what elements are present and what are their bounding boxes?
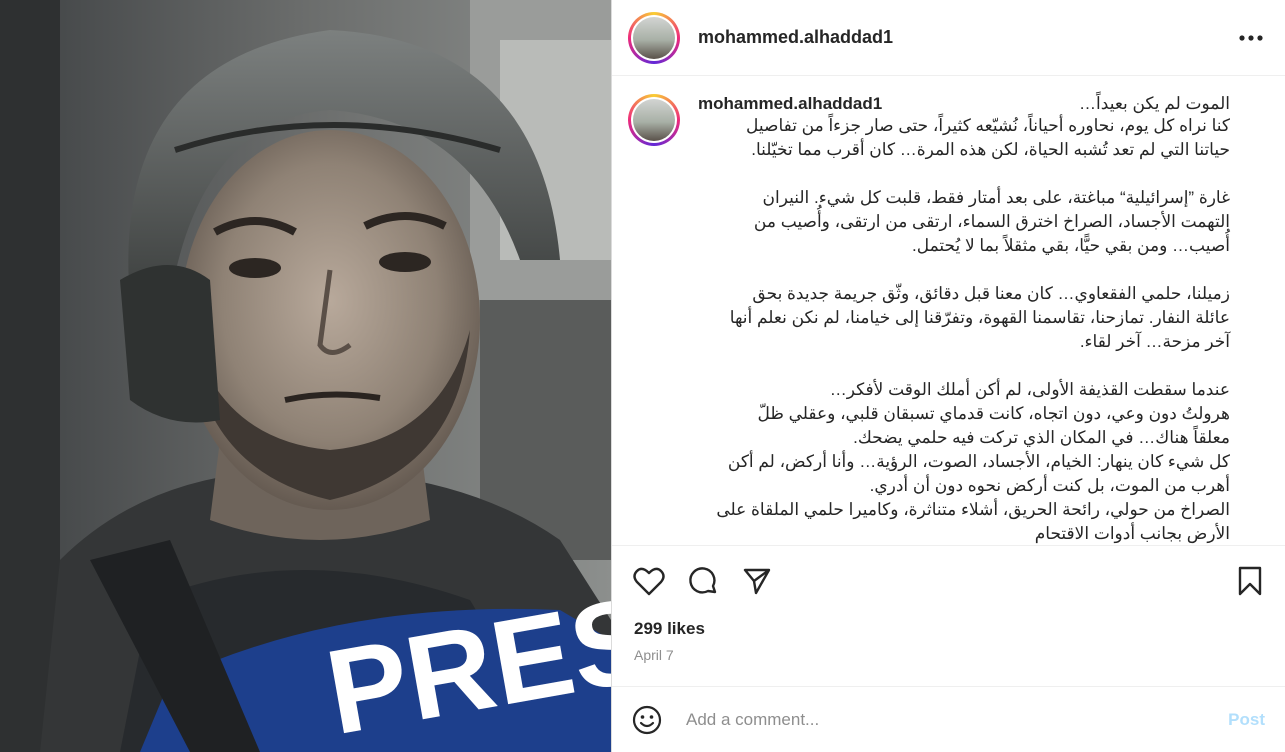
instagram-post: PRES mohammed.alhaddad1 mohammed.alhadda… — [0, 0, 1285, 752]
avatar[interactable] — [628, 11, 680, 64]
heart-icon[interactable] — [632, 564, 666, 598]
action-bar — [612, 546, 1285, 616]
caption-avatar-ring — [631, 97, 677, 143]
post-date[interactable]: April 7 — [612, 642, 1285, 668]
comment-input[interactable] — [684, 708, 1229, 731]
caption-avatar[interactable] — [628, 94, 680, 146]
post-comment-button[interactable]: Post — [1228, 710, 1265, 730]
comment-bar: Post — [612, 686, 1285, 752]
avatar-ring — [631, 14, 677, 61]
post-header: mohammed.alhaddad1 — [612, 0, 1285, 76]
journalist-photo: PRES — [0, 0, 611, 752]
comment-icon[interactable] — [686, 564, 720, 598]
likes-count[interactable]: 299 likes — [612, 616, 1285, 642]
emoji-icon[interactable] — [632, 705, 662, 735]
more-options-icon[interactable] — [1233, 20, 1269, 56]
avatar-photo — [633, 16, 675, 59]
caption-heading: الموت لم يكن بعيداً… — [1079, 94, 1230, 113]
caption-text: كنا نراه كل يوم، نحاوره أحياناً، نُشيّعه… — [716, 116, 1230, 543]
share-icon[interactable] — [740, 564, 774, 598]
caption-section: mohammed.alhaddad1 الموت لم يكن بعيداً… … — [612, 76, 1285, 546]
caption-first-line: mohammed.alhaddad1 الموت لم يكن بعيداً… — [698, 94, 1230, 114]
bookmark-icon[interactable] — [1233, 564, 1267, 598]
caption: mohammed.alhaddad1 الموت لم يكن بعيداً… … — [698, 94, 1230, 545]
caption-avatar-photo — [633, 99, 675, 141]
post-image[interactable]: PRES — [0, 0, 611, 752]
post-side-panel: mohammed.alhaddad1 mohammed.alhaddad1 ال… — [611, 0, 1285, 752]
header-username[interactable]: mohammed.alhaddad1 — [698, 27, 893, 48]
caption-username[interactable]: mohammed.alhaddad1 — [698, 94, 882, 114]
